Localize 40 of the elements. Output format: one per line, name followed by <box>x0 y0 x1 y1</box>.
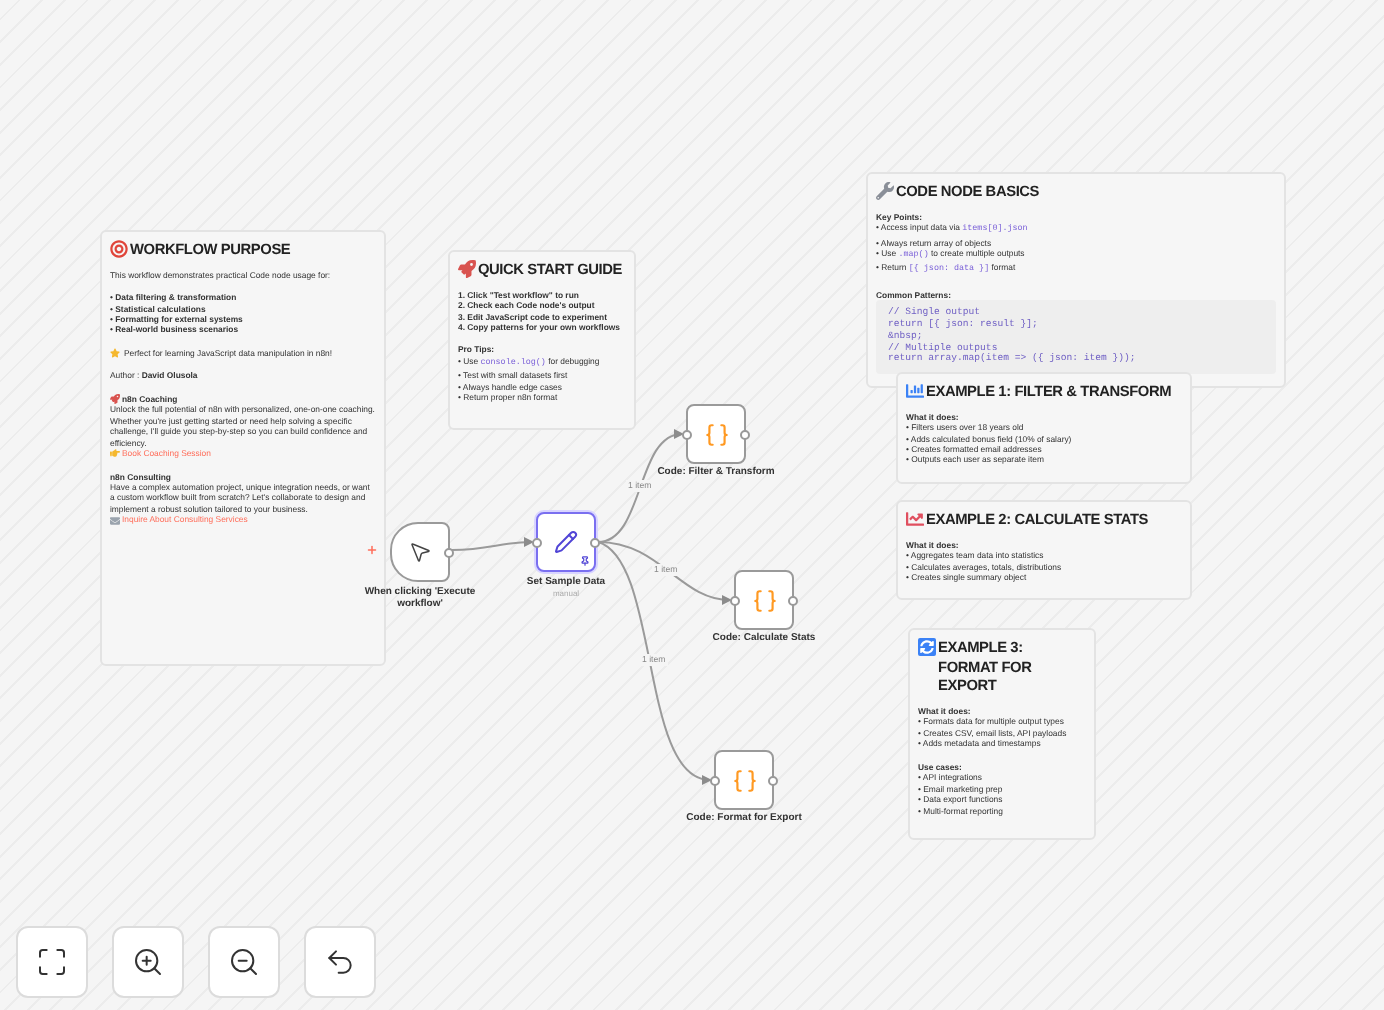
canvas-control-button[interactable] <box>208 926 280 998</box>
pin-icon <box>580 556 590 566</box>
target-icon <box>110 240 128 258</box>
workflow-node[interactable] <box>686 404 746 464</box>
add-icon[interactable] <box>366 544 378 556</box>
workflow-node[interactable] <box>734 570 794 630</box>
input-port[interactable] <box>730 596 740 606</box>
fit-view-icon <box>36 946 68 978</box>
zoom-out-icon <box>228 946 260 978</box>
zoom-in-icon <box>132 946 164 978</box>
output-port[interactable] <box>740 430 750 440</box>
pencil-icon <box>554 530 578 554</box>
output-port[interactable] <box>590 538 600 548</box>
canvas-control-button[interactable] <box>112 926 184 998</box>
workflow-node[interactable] <box>536 512 596 572</box>
wrench-icon <box>876 182 894 200</box>
line-chart-icon <box>906 510 924 528</box>
envelope-icon <box>110 515 120 526</box>
input-port[interactable] <box>532 538 542 548</box>
output-port[interactable] <box>788 596 798 606</box>
output-port[interactable] <box>768 776 778 786</box>
braces-icon <box>703 421 729 447</box>
undo-icon <box>324 946 356 978</box>
input-port[interactable] <box>682 430 692 440</box>
refresh-icon <box>918 638 936 656</box>
sticky-note[interactable] <box>908 628 1096 840</box>
workflow-node[interactable] <box>390 522 450 582</box>
output-port[interactable] <box>444 548 454 558</box>
input-port[interactable] <box>710 776 720 786</box>
sparkle-icon <box>110 348 120 359</box>
connection-line <box>451 537 534 551</box>
rocket-icon <box>458 260 476 278</box>
cursor-icon <box>408 540 432 564</box>
braces-icon <box>731 767 757 793</box>
rocket-icon <box>110 394 120 405</box>
bar-chart-icon <box>906 382 924 400</box>
workflow-node[interactable] <box>714 750 774 810</box>
pointing-hand-icon <box>110 448 120 459</box>
sticky-note[interactable] <box>448 250 636 430</box>
braces-icon <box>751 587 777 613</box>
